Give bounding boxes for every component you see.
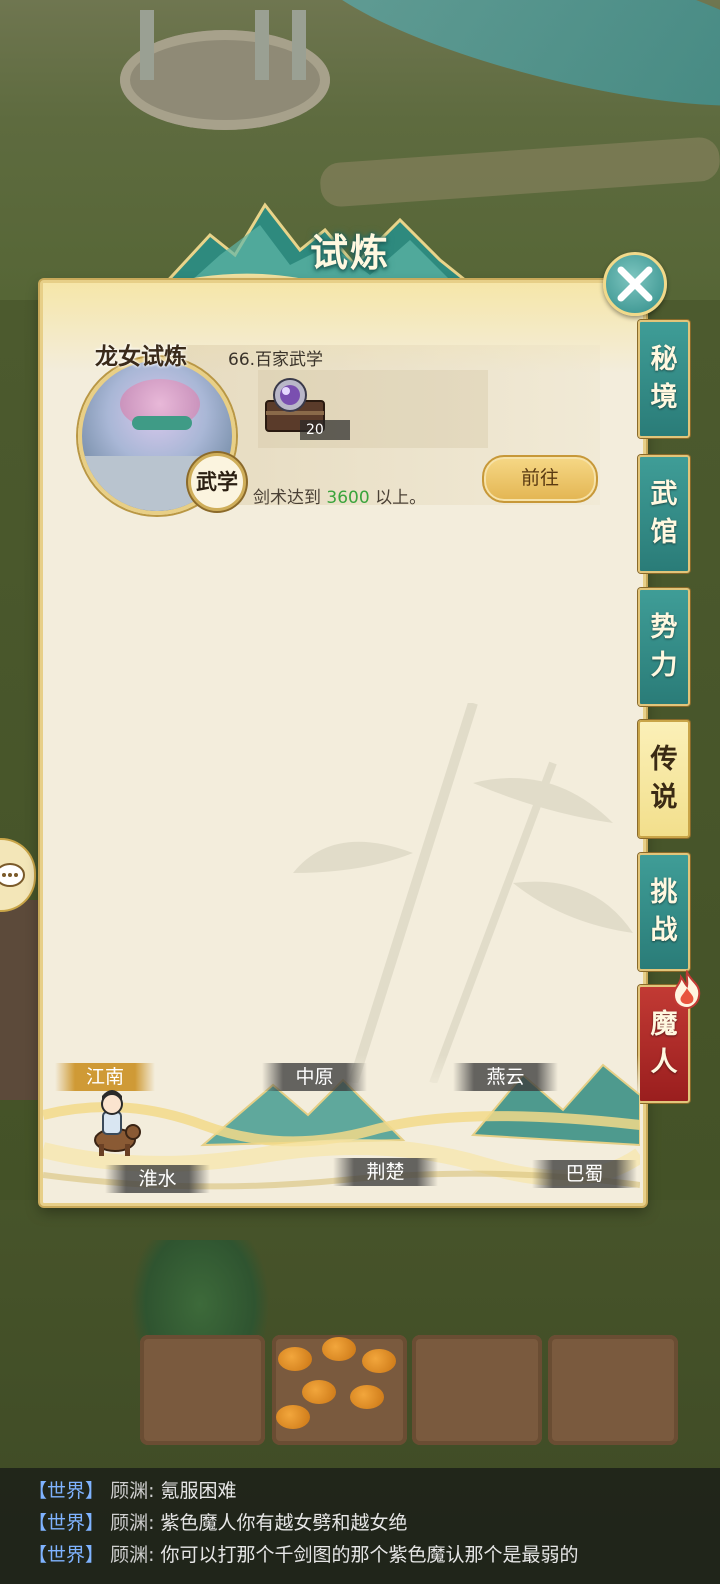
tab-legend[interactable]: 传说 (638, 720, 690, 838)
pumpkin (278, 1347, 312, 1371)
pumpkin (350, 1385, 384, 1409)
pumpkin (302, 1380, 336, 1404)
farm-plot (272, 1335, 407, 1445)
player-on-horse-icon (94, 1090, 141, 1156)
chat-bubble-icon (0, 863, 25, 887)
bamboo-watermark (293, 703, 633, 1083)
world-chat-log[interactable]: 【世界】 顾渊: 氪服困难 【世界】 顾渊: 紫色魔人你有越女劈和越女绝 【世界… (0, 1468, 720, 1584)
chat-message: 【世界】 顾渊: 你可以打那个千剑图的那个紫色魔认那个是最弱的 (28, 1540, 579, 1567)
tab-label: 境 (650, 382, 678, 413)
stone-pillar (140, 10, 154, 80)
region-bashu[interactable]: 巴蜀 (532, 1160, 637, 1188)
tab-label: 挑 (650, 877, 678, 908)
tab-label: 说 (650, 782, 678, 813)
tab-label: 力 (650, 650, 678, 681)
stone-pillar (255, 10, 269, 80)
trial-requirement: 剑术达到 3600 以上。 (253, 483, 426, 508)
jade-dragon (132, 416, 192, 430)
close-button[interactable] (603, 252, 667, 316)
pumpkin (362, 1349, 396, 1373)
tab-label: 秘 (650, 344, 678, 375)
chat-message: 【世界】 顾渊: 氪服困难 (28, 1476, 237, 1503)
region-jiangnan[interactable]: 江南 (55, 1063, 155, 1091)
region-jingchu[interactable]: 荆楚 (333, 1158, 438, 1186)
farm-plot (140, 1335, 265, 1445)
trial-subtitle: 66.百家武学 (228, 350, 324, 370)
martial-arts-badge: 武学 (188, 453, 246, 511)
reward-count: 20 (300, 420, 350, 440)
tab-label: 势 (650, 612, 678, 643)
chat-sender: 顾渊: (110, 1512, 155, 1534)
requirement-value: 3600 (326, 488, 370, 508)
chat-text: 紫色魔人你有越女劈和越女绝 (160, 1512, 408, 1534)
tab-martial-hall[interactable]: 武馆 (638, 455, 690, 573)
region-huaishui[interactable]: 淮水 (105, 1165, 210, 1193)
tab-label: 武 (650, 479, 678, 510)
house-edge (0, 900, 40, 1100)
chat-text: 氪服困难 (160, 1480, 237, 1502)
dialog-title: 试炼 (309, 230, 390, 275)
flame-icon (672, 970, 701, 1010)
trial-title: 龙女试炼 (95, 343, 187, 370)
tab-secret-realm[interactable]: 秘境 (638, 320, 690, 438)
chat-sender: 顾渊: (110, 1544, 155, 1566)
farm-plot (548, 1335, 678, 1445)
tab-label: 魔 (650, 1009, 678, 1040)
tab-faction[interactable]: 势力 (638, 588, 690, 706)
chat-sender: 顾渊: (110, 1480, 155, 1502)
chat-channel: 【世界】 (28, 1512, 105, 1534)
tab-challenge[interactable]: 挑战 (638, 853, 690, 971)
chat-message: 【世界】 顾渊: 紫色魔人你有越女劈和越女绝 (28, 1508, 408, 1535)
region-yanyun[interactable]: 燕云 (453, 1063, 558, 1091)
tab-label: 传 (650, 744, 678, 775)
chat-channel: 【世界】 (28, 1544, 105, 1566)
requirement-suffix: 以上。 (375, 488, 427, 508)
tab-label: 战 (650, 915, 678, 946)
farm-plot (412, 1335, 542, 1445)
pumpkin (322, 1337, 356, 1361)
go-button[interactable]: 前往 (482, 455, 598, 503)
stone-pillar (292, 10, 306, 80)
tab-label: 人 (650, 1047, 678, 1078)
requirement-prefix: 剑术达到 (253, 488, 321, 508)
chat-channel: 【世界】 (28, 1480, 105, 1502)
pumpkin (276, 1405, 310, 1429)
close-icon (617, 266, 653, 302)
tab-label: 馆 (650, 517, 678, 548)
chat-text: 你可以打那个千剑图的那个紫色魔认那个是最弱的 (160, 1544, 579, 1566)
region-zhongyuan[interactable]: 中原 (262, 1063, 367, 1091)
